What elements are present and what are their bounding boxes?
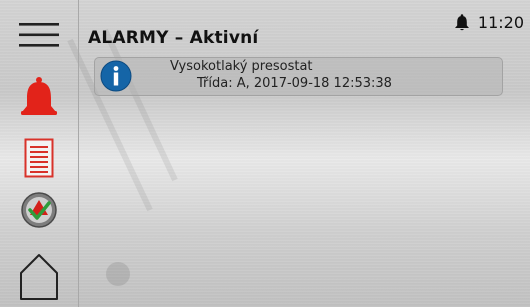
home-icon (20, 254, 58, 300)
alarm-list-item[interactable]: Vysokotlaký presostat Třída: A, 2017-09-… (94, 57, 503, 96)
alarm-history-button[interactable] (0, 134, 78, 182)
acknowledge-button[interactable] (0, 188, 78, 232)
screen-background (0, 0, 530, 307)
alarm-detail: Třída: A, 2017-09-18 12:53:38 (197, 76, 392, 91)
alarms-button[interactable] (0, 74, 78, 122)
menu-icon (19, 23, 59, 47)
menu-button[interactable] (0, 18, 78, 52)
home-button[interactable] (0, 248, 78, 304)
page-title: ALARMY – Aktivní (88, 28, 259, 48)
info-icon (100, 60, 132, 92)
acknowledge-check-icon (21, 192, 57, 228)
status-bar: 11:20 (454, 10, 524, 34)
bell-icon (454, 13, 469, 30)
alarm-name: Vysokotlaký presostat (170, 59, 313, 74)
list-icon (24, 138, 54, 178)
alarm-bell-icon (21, 77, 57, 115)
sidebar (0, 0, 79, 307)
clock: 11:20 (477, 12, 524, 32)
